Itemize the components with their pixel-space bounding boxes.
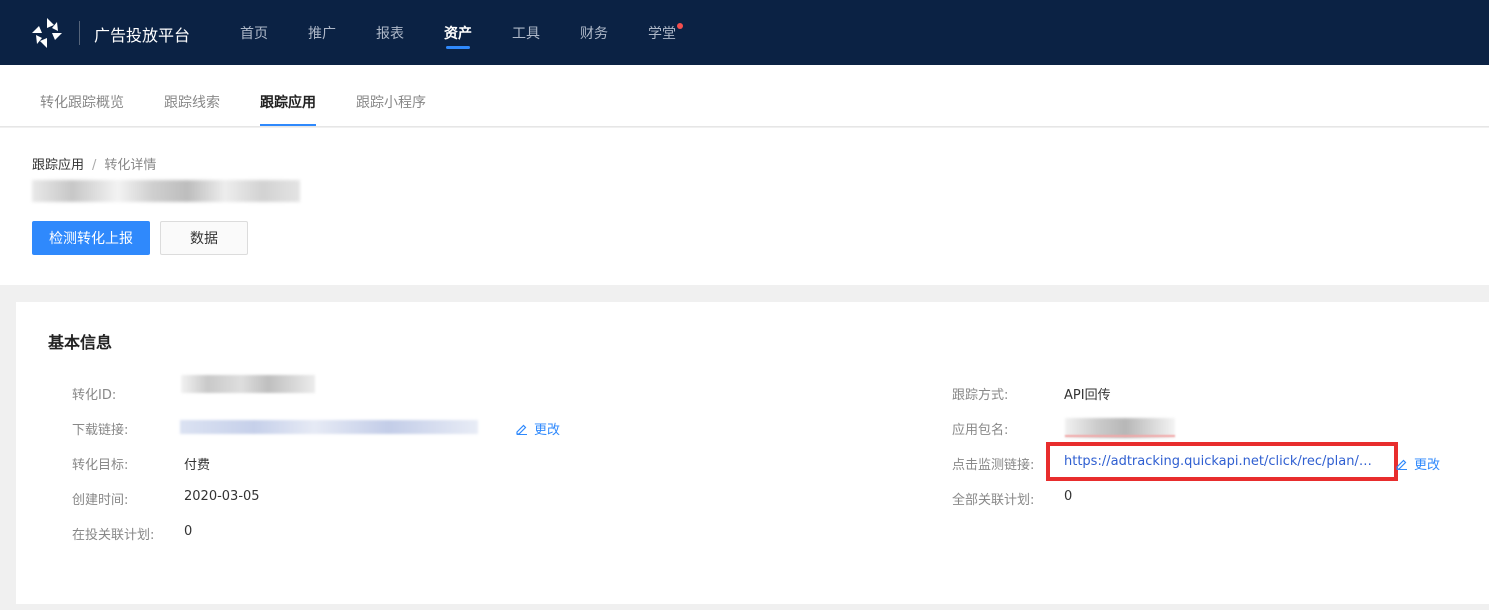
tab-track-mini-programs[interactable]: 跟踪小程序 (356, 92, 426, 112)
all-linked-plans-value: 0 (1064, 489, 1073, 504)
nav-tools[interactable]: 工具 (512, 23, 540, 43)
breadcrumb-separator: / (92, 158, 97, 173)
active-linked-plans-label: 在投关联计划: (72, 528, 155, 543)
redacted-conversion-id (181, 375, 315, 393)
detail-header: 跟踪应用 / 转化详情 检测转化上报 数据 (0, 128, 1489, 285)
nav-assets[interactable]: 资产 (444, 23, 472, 43)
tab-track-apps[interactable]: 跟踪应用 (260, 92, 316, 112)
edit-click-tracking-link[interactable]: 更改 (1396, 454, 1440, 473)
nav-home[interactable]: 首页 (240, 23, 268, 43)
redacted-package-underline (1065, 435, 1175, 437)
created-time-value: 2020-03-05 (184, 489, 260, 504)
edit-label: 更改 (1414, 458, 1441, 473)
active-tab-indicator (260, 124, 316, 126)
tab-conversion-overview[interactable]: 转化跟踪概览 (40, 92, 124, 112)
nav-academy[interactable]: 学堂 (648, 23, 676, 43)
active-linked-plans-value: 0 (184, 524, 193, 539)
data-button[interactable]: 数据 (160, 221, 248, 255)
nav-finance[interactable]: 财务 (580, 23, 608, 43)
top-navbar: 广告投放平台 首页 推广 报表 资产 工具 财务 学堂 (0, 0, 1489, 65)
breadcrumb-track-apps[interactable]: 跟踪应用 (32, 158, 84, 173)
check-conversion-report-button[interactable]: 检测转化上报 (32, 221, 150, 255)
red-highlight-box (1046, 442, 1398, 481)
edit-label: 更改 (534, 423, 561, 438)
notification-dot (677, 23, 683, 29)
edit-download-link[interactable]: 更改 (516, 419, 560, 438)
redacted-download-link[interactable] (180, 420, 478, 434)
all-linked-plans-label: 全部关联计划: (952, 493, 1035, 508)
edit-pencil-icon (1396, 459, 1407, 470)
platform-name: 广告投放平台 (94, 26, 191, 45)
section-title: 基本信息 (48, 333, 113, 352)
tab-track-leads[interactable]: 跟踪线索 (164, 92, 220, 112)
conversion-target-label: 转化目标: (72, 458, 129, 473)
conversion-target-value: 付费 (184, 458, 211, 473)
created-time-label: 创建时间: (72, 493, 129, 508)
edit-pencil-icon (516, 424, 527, 435)
tracking-method-value: API回传 (1064, 388, 1111, 403)
redacted-conversion-name (32, 180, 300, 202)
breadcrumb: 跟踪应用 / 转化详情 (32, 154, 156, 173)
sub-navbar: 转化跟踪概览 跟踪线索 跟踪应用 跟踪小程序 (0, 65, 1489, 127)
tracking-method-label: 跟踪方式: (952, 388, 1009, 403)
package-name-label: 应用包名: (952, 423, 1009, 438)
logo-divider (79, 21, 80, 45)
conversion-id-label: 转化ID: (72, 388, 117, 403)
nav-reports[interactable]: 报表 (376, 23, 404, 43)
platform-logo-icon[interactable] (30, 16, 64, 50)
breadcrumb-current: 转化详情 (104, 158, 157, 173)
nav-promotion[interactable]: 推广 (308, 23, 336, 43)
basic-info-card: 基本信息 转化ID: 下载链接: 更改 转化目标: 付费 创建时间: 2020-… (16, 302, 1489, 604)
click-tracking-link-label: 点击监测链接: (952, 458, 1035, 473)
active-nav-indicator (446, 46, 470, 49)
download-link-label: 下载链接: (72, 423, 129, 438)
